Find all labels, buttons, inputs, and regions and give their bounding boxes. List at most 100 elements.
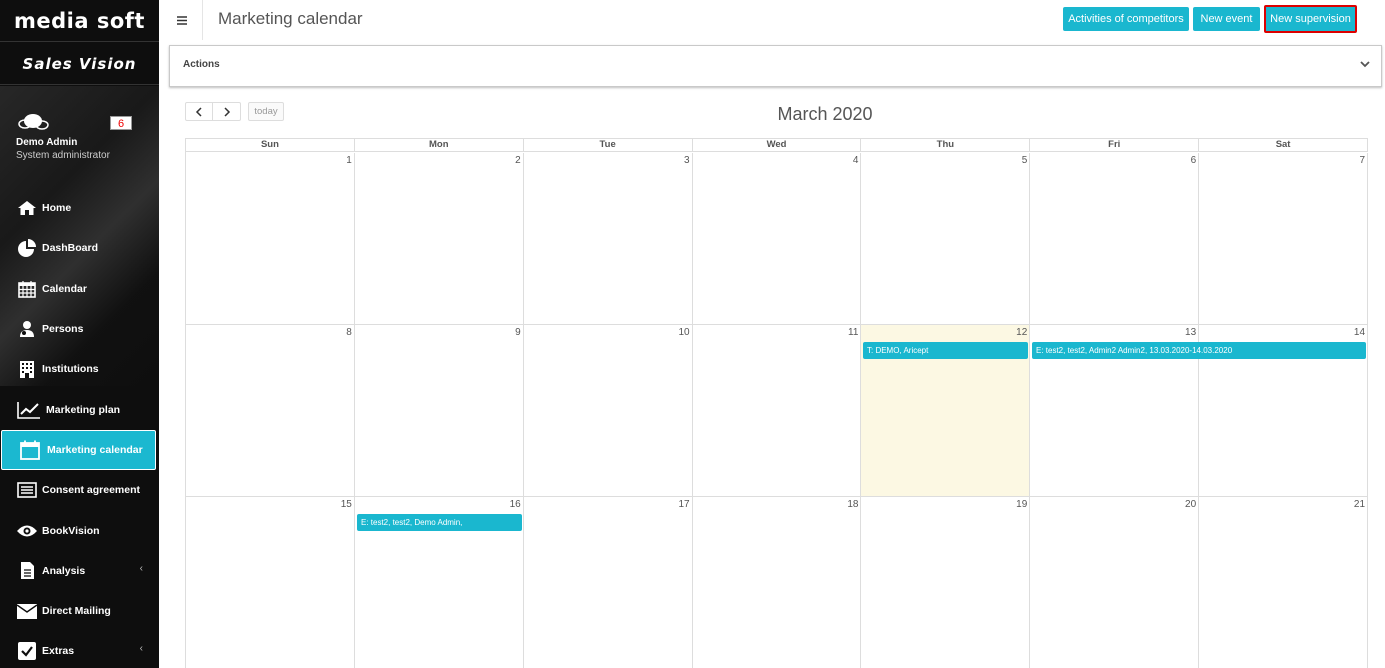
notification-badge[interactable]: 6 [110,116,132,130]
day-number: 5 [1021,155,1028,166]
weekday-label: Wed [693,139,862,151]
sidebar-item-label: Calendar [42,282,87,295]
sidebar-item-analysis[interactable]: Analysis ‹ [0,551,159,591]
sidebar-item-bookvision[interactable]: BookVision [0,510,159,550]
weekday-header: Sun Mon Tue Wed Thu Fri Sat [186,138,1369,152]
calendar-grid: Sun Mon Tue Wed Thu Fri Sat 1 2 3 4 5 6 … [185,138,1369,668]
sidebar-item-persons[interactable]: Persons [0,309,159,349]
sidebar-item-direct-mailing[interactable]: Direct Mailing [0,591,159,631]
day-number: 21 [1353,499,1366,510]
activities-of-competitors-button[interactable]: Activities of competitors [1063,7,1189,31]
calendar-day[interactable]: 17 [524,497,693,668]
weekday-label: Thu [861,139,1031,151]
day-number: 2 [515,155,521,166]
calendar-day[interactable]: 18 [693,497,862,668]
calendar-day[interactable]: 21 [1199,497,1369,668]
divider [202,0,203,40]
sidebar-item-extras[interactable]: Extras ‹ [0,631,159,668]
actions-panel[interactable]: Actions [169,45,1382,87]
chevron-left-icon [195,106,202,117]
day-number: 7 [1359,155,1366,166]
sidebar-item-label: DashBoard [42,242,99,255]
user-avatar-icon[interactable] [16,112,50,132]
sidebar-item-dashboard[interactable]: DashBoard [0,228,159,268]
day-number: 4 [852,155,859,166]
today-button[interactable]: today [248,102,284,121]
day-number: 9 [515,327,521,338]
sidebar-item-label: Direct Mailing [42,605,111,618]
day-number: 3 [684,155,690,166]
sidebar-item-label: Persons [42,323,84,336]
calendar-day[interactable]: 9 [355,325,524,496]
weekday-label: Mon [355,139,524,151]
sidebar-item-label: BookVision [42,524,100,537]
sidebar-item-label: Consent agreement [42,484,141,497]
persons-icon [16,319,38,339]
calendar-icon [17,440,43,460]
next-month-button[interactable] [213,102,241,121]
day-number: 11 [848,327,859,338]
day-number: 13 [1185,327,1197,338]
pie-chart-icon [16,238,38,258]
calendar-nav [185,102,241,121]
day-number: 10 [678,327,690,338]
new-event-button[interactable]: New event [1193,7,1260,31]
calendar-day[interactable]: 2 [355,153,524,324]
weekday-label: Sun [186,139,355,151]
sidebar-item-calendar[interactable]: Calendar [0,269,159,309]
user-role: System administrator [16,150,110,161]
building-icon [16,359,38,379]
day-number: 8 [346,327,352,338]
calendar-day[interactable]: 19 [861,497,1031,668]
sidebar-item-home[interactable]: Home [0,188,159,228]
checkbox-icon [16,641,38,661]
chevron-left-icon[interactable]: ‹ [140,643,143,654]
day-number: 18 [847,499,859,510]
calendar-event[interactable]: T: DEMO, Aricept [863,342,1028,359]
calendar-day[interactable]: 15 [186,497,355,668]
mediasoft-logo[interactable]: media soft [0,0,159,42]
calendar-day[interactable]: 6 [1030,153,1200,324]
day-number: 1 [346,155,352,166]
sidebar-item-consent-agreement[interactable]: Consent agreement [0,470,159,510]
eye-icon [16,521,38,541]
day-number: 20 [1185,499,1197,510]
calendar-day[interactable]: 1 [186,153,355,324]
calendar-day[interactable]: 11 [693,325,862,496]
calendar-day[interactable]: 8 [186,325,355,496]
sidebar-item-institutions[interactable]: Institutions [0,349,159,389]
calendar-day[interactable]: 7 [1199,153,1369,324]
day-number: 19 [1016,499,1028,510]
calendar-day[interactable]: 10 [524,325,693,496]
new-supervision-button[interactable]: New supervision [1264,5,1357,33]
calendar-event[interactable]: E: test2, test2, Demo Admin, [357,514,522,531]
envelope-icon [16,601,38,621]
day-number: 16 [509,499,521,510]
weekday-label: Tue [524,139,693,151]
calendar-day[interactable]: 5 [861,153,1031,324]
list-icon [16,480,38,500]
calendar-day[interactable]: 4 [693,153,862,324]
chevron-left-icon[interactable]: ‹ [140,563,143,574]
sidebar-item-marketing-plan[interactable]: Marketing plan [0,389,159,429]
day-number: 12 [1016,327,1028,338]
weekday-label: Fri [1030,139,1200,151]
calendar-event[interactable]: E: test2, test2, Admin2 Admin2, 13.03.20… [1032,342,1366,359]
sidebar-item-marketing-calendar[interactable]: Marketing calendar [1,429,156,471]
home-icon [16,198,38,218]
sidebar: media soft Sales Vision 6 Demo Admin Sys… [0,0,159,668]
sidebar-item-label: Home [42,202,72,215]
chevron-right-icon [223,106,230,117]
chevron-down-icon[interactable] [1359,58,1371,70]
day-number: 6 [1190,155,1197,166]
sidebar-item-label: Analysis [42,564,86,577]
sidebar-item-label: Institutions [42,363,99,376]
previous-month-button[interactable] [185,102,213,121]
top-bar: Marketing calendar Activities of competi… [159,0,1385,40]
actions-label: Actions [183,59,220,70]
hamburger-menu-icon[interactable] [177,12,187,28]
calendar-day[interactable]: 3 [524,153,693,324]
sidebar-item-label: Marketing plan [46,403,121,416]
day-number: 15 [340,499,352,510]
calendar-day[interactable]: 20 [1030,497,1200,668]
